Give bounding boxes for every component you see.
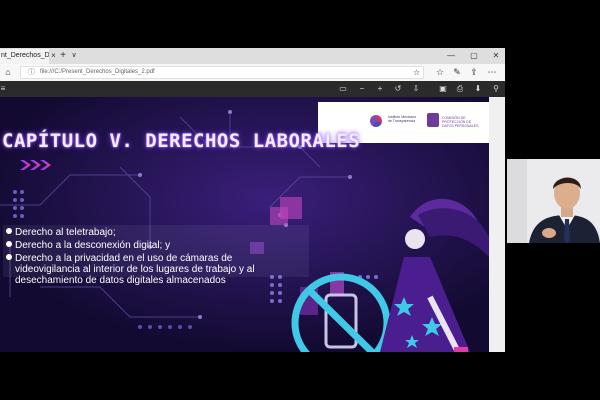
tab-bar: nt_Derechos_Digit × + ∨ — ▢ ✕ [0,48,505,64]
bullet-dot-icon [6,228,12,234]
institute-logo-text: Instituto Mexicano de Transparencia [388,115,417,123]
commission-logo-text: COMISIÓN DE PROTECCIÓN DE DATOS PERSONAL… [442,116,479,128]
bullet-item-continued: videovigilancia al interior de los lugar… [15,264,255,275]
presenter-image [507,159,600,243]
address-bar[interactable]: ⓘ file:///C:/Present_Derechos_Digitales_… [20,66,424,79]
slide-title: CAPÍTULO V. DERECHOS LABORALES [2,130,361,152]
more-icon[interactable]: ⋯ [486,66,498,79]
navigation-bar: ⌂ ⓘ file:///C:/Present_Derechos_Digitale… [0,64,505,81]
bullet-item: Derecho a la privacidad en el uso de cám… [6,253,232,264]
zoom-out-icon[interactable]: − [356,82,368,96]
pdf-page: Instituto Mexicano de Transparencia COMI… [0,97,489,352]
favorites-icon[interactable]: ☆ [434,66,446,79]
presenter-video [507,159,600,243]
toc-icon[interactable]: ≡ [0,82,9,96]
bullet-item: Derecho a la desconexión digital; y [6,240,170,251]
commission-logo [427,113,439,127]
print-icon[interactable]: ⎙ [454,82,466,96]
close-tab-icon[interactable]: × [49,49,58,63]
highlight-icon[interactable]: ▣ [437,82,449,96]
new-tab-icon[interactable]: + [58,49,68,63]
file-icon: ⓘ [28,69,35,76]
fit-page-icon[interactable]: ▭ [337,82,349,96]
read-aloud-icon[interactable]: ⇩ [410,82,422,96]
scrollbar[interactable] [489,97,505,352]
pin-icon[interactable]: ⚲ [490,82,502,96]
save-icon[interactable]: ⬇ [472,82,484,96]
bullet-dot-icon [6,241,12,247]
address-text: file:///C:/Present_Derechos_Digitales_2.… [40,69,155,75]
bullet-item: Derecho al teletrabajo; [6,227,116,238]
rotate-icon[interactable]: ↺ [392,82,404,96]
minimize-icon[interactable]: — [444,50,458,62]
tab-list-icon[interactable]: ∨ [69,49,79,63]
home-icon[interactable]: ⌂ [2,66,14,79]
favorite-star-icon[interactable]: ☆ [413,67,420,78]
bullet-list: Derecho al teletrabajo; Derecho a la des… [3,225,309,286]
share-icon[interactable]: ⇪ [468,66,480,79]
institute-logo [370,115,382,127]
browser-window: nt_Derechos_Digit × + ∨ — ▢ ✕ ⌂ ⓘ file:/… [0,48,505,352]
zoom-in-icon[interactable]: + [374,82,386,96]
tab-pdf[interactable]: nt_Derechos_Digit [0,49,49,64]
bullet-dot-icon [6,254,12,260]
pen-icon[interactable]: ✎ [451,66,463,79]
pdf-toolbar: ≡ ▭ − + ↺ ⇩ ▣ ⎙ ⬇ ⚲ [0,81,505,97]
bullet-item-continued: desechamiento de datos digitales almacen… [15,275,226,286]
close-window-icon[interactable]: ✕ [489,50,503,62]
maximize-icon[interactable]: ▢ [467,50,481,62]
